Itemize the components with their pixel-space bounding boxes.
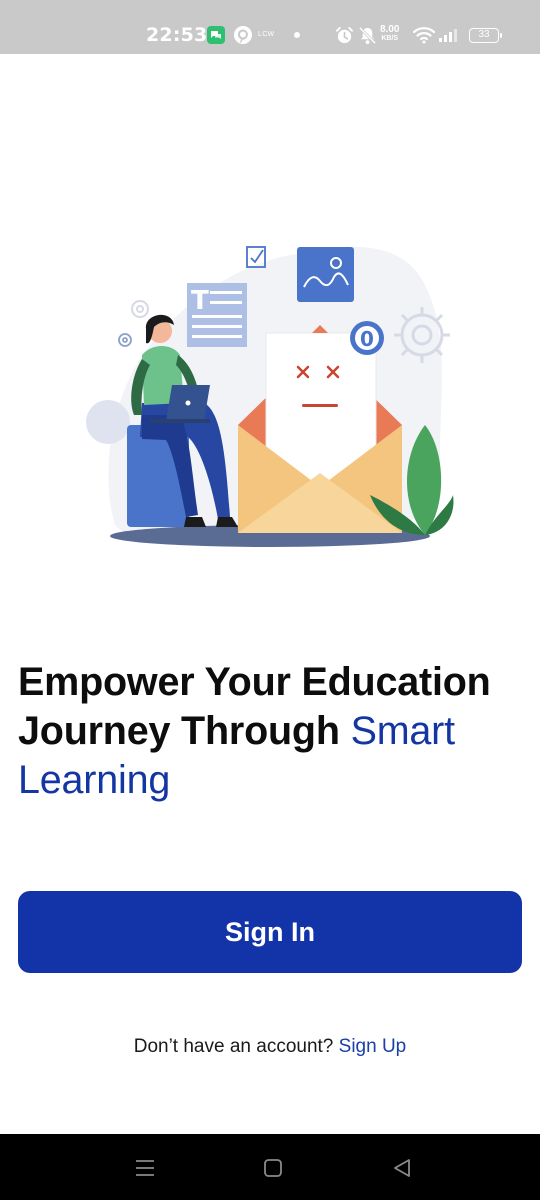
network-speed-value: 8.00: [380, 24, 400, 35]
hero-illustration: T 0: [86, 246, 454, 547]
badge-count: 0: [360, 327, 374, 351]
chat-app-icon: [207, 26, 225, 44]
back-icon[interactable]: [390, 1156, 414, 1180]
svg-text:T: T: [191, 286, 209, 316]
signup-prompt-text: Don’t have an account?: [133, 1036, 334, 1057]
status-bar: 22:53 LCW 8.00 KB/S 33: [0, 0, 540, 54]
small-gear-icon: [131, 300, 149, 318]
notification-badge: 0: [350, 321, 384, 355]
mute-icon: [358, 26, 377, 45]
tiny-gear-icon: [118, 333, 132, 347]
headline: Empower Your Education Journey Through S…: [18, 658, 522, 805]
signal-icon: [439, 29, 457, 42]
status-time: 22:53: [146, 24, 208, 46]
pinterest-icon: [234, 26, 252, 44]
image-card-icon: [297, 247, 354, 302]
carrier-text: LCW: [258, 31, 275, 38]
battery-icon: 33: [469, 28, 502, 43]
sign-up-link[interactable]: Sign Up: [339, 1036, 407, 1057]
navigation-bar: [0, 1134, 540, 1200]
network-speed: 8.00 KB/S: [380, 25, 399, 43]
notification-dot: [294, 32, 300, 38]
signup-prompt: Don’t have an account? Sign Up: [0, 1036, 540, 1058]
document-card-icon: T: [187, 283, 247, 347]
sign-in-button[interactable]: Sign In: [18, 891, 522, 973]
network-speed-unit: KB/S: [381, 35, 399, 42]
alarm-icon: [335, 26, 354, 44]
wifi-icon: [413, 27, 435, 44]
decor-circle: [86, 400, 130, 444]
home-icon[interactable]: [261, 1156, 285, 1180]
menu-icon[interactable]: [133, 1156, 157, 1180]
